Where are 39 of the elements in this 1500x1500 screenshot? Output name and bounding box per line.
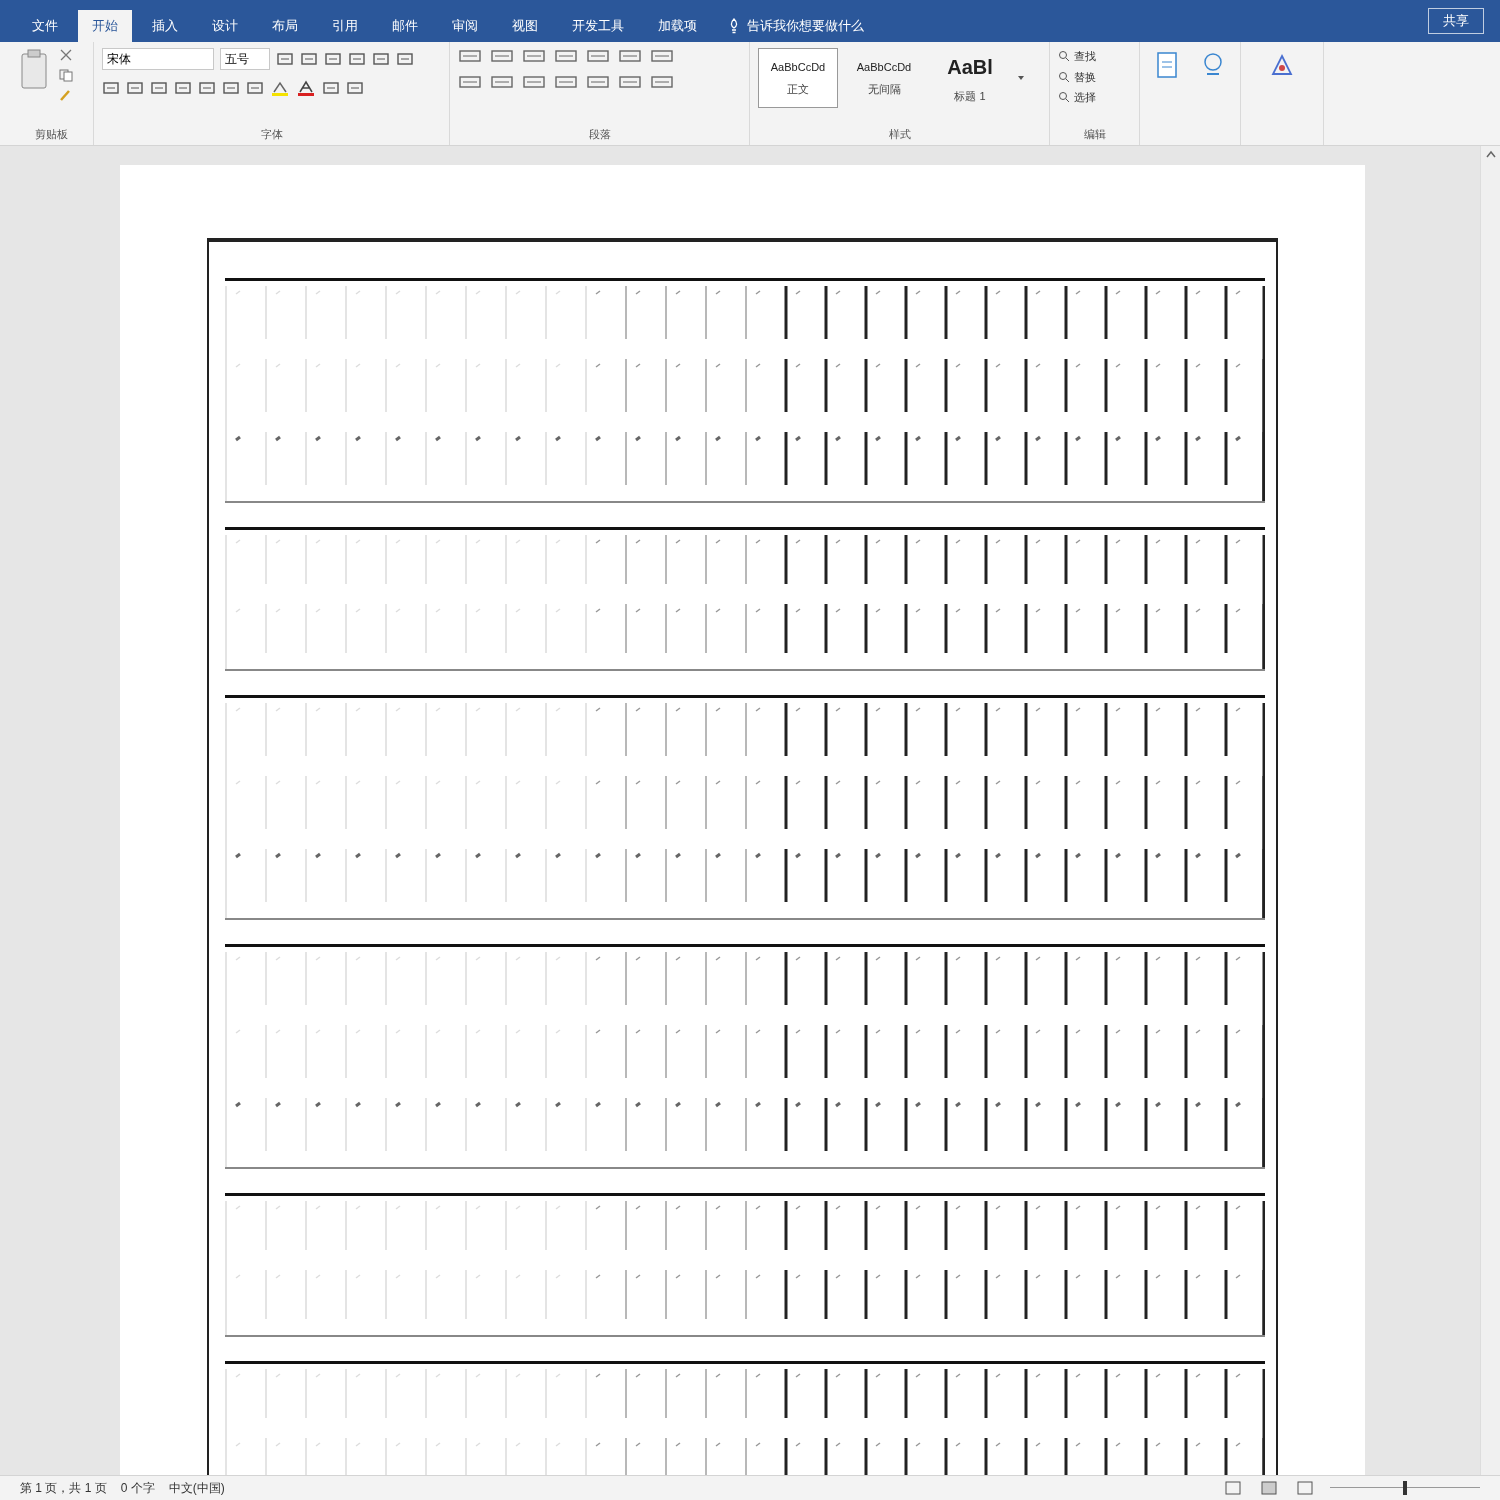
ribbon-tab[interactable]: 视图 — [498, 10, 552, 42]
editing-button[interactable]: 查找 — [1058, 48, 1096, 65]
highlighter-icon[interactable] — [270, 80, 290, 96]
ribbon-tab[interactable]: 文件 — [18, 10, 72, 42]
ribbon-tab[interactable]: 审阅 — [438, 10, 492, 42]
style-item[interactable]: AaBbCcDd 无间隔 — [844, 48, 924, 108]
web-layout-icon[interactable] — [1294, 1480, 1316, 1496]
share-button[interactable]: 共享 — [1428, 8, 1484, 34]
scrollbar[interactable] — [1480, 146, 1500, 1475]
ribbon-tab[interactable]: 开发工具 — [558, 10, 638, 42]
zoom-slider[interactable] — [1330, 1481, 1480, 1495]
language-label: 中文(中国) — [168, 1480, 225, 1497]
ribbon-tab[interactable]: 加载项 — [644, 10, 711, 42]
style-item[interactable]: AaBl 标题 1 — [930, 48, 1010, 108]
group-label: 段落 — [587, 126, 612, 142]
tell-me-search[interactable]: 告诉我你想要做什么 — [727, 10, 864, 42]
ribbon-tab[interactable]: 邮件 — [378, 10, 432, 42]
read-mode-icon[interactable] — [1222, 1480, 1244, 1496]
ribbon-tab[interactable]: 插入 — [138, 10, 192, 42]
ribbon-tab[interactable]: 引用 — [318, 10, 372, 42]
group-label: 字体 — [259, 126, 284, 142]
ribbon-tab[interactable]: 开始 — [78, 10, 132, 42]
group-label: 剪贴板 — [34, 126, 69, 142]
ribbon-tab[interactable]: 布局 — [258, 10, 312, 42]
word-count: 0 个字 — [120, 1480, 155, 1497]
editing-button[interactable]: 选择 — [1058, 89, 1096, 106]
group-label: 编辑 — [1082, 126, 1107, 142]
slider-thumb[interactable] — [1403, 1481, 1407, 1495]
editing-button[interactable]: 替换 — [1058, 68, 1096, 85]
font-size-field[interactable]: 五号 — [220, 48, 270, 70]
scroll-up-icon[interactable] — [1485, 150, 1496, 158]
group-label: 样式 — [887, 126, 912, 142]
page-count: 第 1 页，共 1 页 — [20, 1480, 107, 1497]
font-color-icon[interactable] — [296, 80, 316, 96]
print-layout-icon[interactable] — [1258, 1480, 1280, 1496]
font-name-field[interactable]: 宋体 — [102, 48, 214, 70]
copy-icon[interactable] — [58, 68, 74, 82]
style-item[interactable]: AaBbCcDd 正文 — [758, 48, 838, 108]
ribbon-tab[interactable]: 设计 — [198, 10, 252, 42]
